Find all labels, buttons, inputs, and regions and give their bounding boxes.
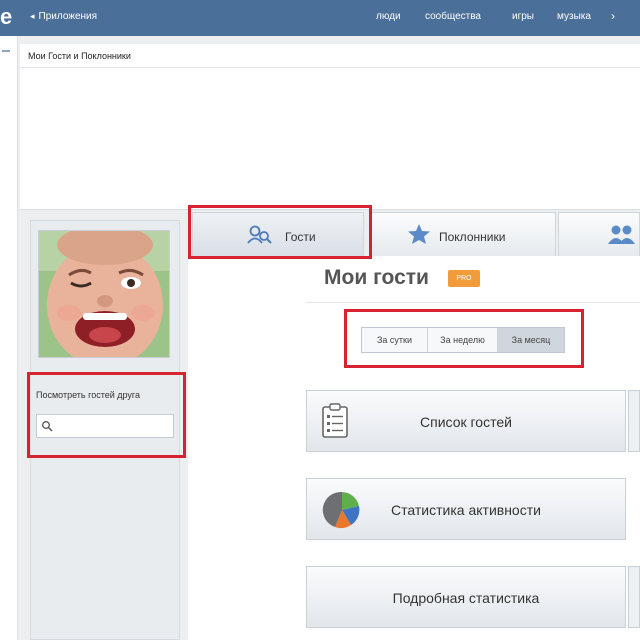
search-icon	[41, 419, 53, 437]
top-nav-bar: e ◂ Приложения люди сообщества игры музык…	[0, 0, 640, 36]
avatar-image	[39, 231, 169, 357]
guest-list-label: Список гостей	[420, 414, 512, 430]
friend-guests-label: Посмотреть гостей друга	[36, 390, 141, 400]
left-nav-strip	[0, 36, 18, 640]
nav-marker	[2, 50, 10, 52]
page-title: Мои гости	[324, 266, 429, 289]
nav-link-communities[interactable]: сообщества	[425, 11, 481, 22]
friend-search-input[interactable]	[36, 414, 174, 438]
tab-users[interactable]	[558, 212, 640, 256]
app-header: Мои Гости и Поклонники	[20, 44, 640, 68]
side-scroll-strip-2	[628, 566, 640, 628]
star-icon	[407, 223, 431, 250]
pro-badge: PRO	[448, 270, 480, 287]
menu-chevron-icon[interactable]: ›	[611, 9, 615, 23]
site-logo[interactable]: e	[0, 5, 12, 29]
back-chevron-icon: ◂	[30, 11, 35, 21]
tab-fans-label: Поклонники	[439, 230, 506, 244]
app-banner-area	[20, 68, 640, 210]
detailed-stats-button[interactable]: Подробная статистика	[306, 566, 626, 628]
period-selector: За сутки За неделю За месяц	[361, 327, 565, 353]
breadcrumb-label: Приложения	[38, 11, 98, 22]
app-title: Мои Гости и Поклонники	[28, 51, 131, 61]
nav-link-people[interactable]: люди	[376, 11, 401, 22]
period-day-button[interactable]: За сутки	[362, 328, 428, 352]
nav-link-games[interactable]: игры	[512, 11, 534, 22]
side-scroll-strip	[628, 390, 640, 452]
highlight-guests-tab	[188, 205, 372, 259]
period-week-button[interactable]: За неделю	[428, 328, 498, 352]
activity-stats-button[interactable]: Статистика активности	[306, 478, 626, 540]
guest-list-button[interactable]: Список гостей	[306, 390, 626, 452]
nav-link-music[interactable]: музыка	[557, 11, 591, 22]
divider	[306, 302, 640, 303]
detailed-stats-label: Подробная статистика	[392, 590, 540, 606]
period-month-button[interactable]: За месяц	[498, 328, 564, 352]
app-window: e ◂ Приложения люди сообщества игры музык…	[0, 0, 640, 640]
users-icon	[607, 224, 637, 249]
activity-stats-label: Статистика активности	[391, 502, 541, 518]
breadcrumb[interactable]: ◂ Приложения	[30, 11, 97, 22]
avatar[interactable]	[38, 230, 170, 358]
tab-fans[interactable]: Поклонники	[370, 212, 556, 256]
